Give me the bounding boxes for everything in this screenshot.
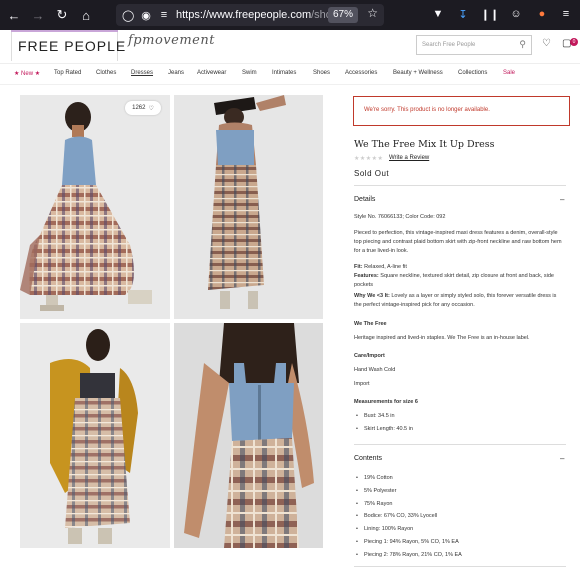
- free-people-logo[interactable]: FREE PEOPLE: [18, 38, 126, 54]
- collapse-contents-icon[interactable]: –: [560, 454, 564, 463]
- divider: [354, 185, 566, 186]
- search-placeholder: Search Free People: [422, 42, 476, 48]
- measurements-list: Bust: 34.5 in Skirt Length: 40.5 in: [354, 410, 413, 436]
- style-number: Style No. 76066133; Color Code: 092: [354, 214, 446, 220]
- heart-icon[interactable]: ♡: [148, 105, 153, 112]
- why-we-love-it-line: Why We <3 It: Lovely as a layer or simpl…: [354, 293, 557, 308]
- list-item: Lining: 100% Rayon: [354, 523, 462, 536]
- rating-stars[interactable]: ★★★★★: [354, 155, 383, 162]
- reload-icon[interactable]: ↻: [52, 5, 72, 25]
- search-icon[interactable]: ⚲: [519, 39, 526, 50]
- url-text[interactable]: https://www.freepeople.com/shop/m: [176, 9, 348, 21]
- extension-icon[interactable]: ●: [534, 6, 550, 22]
- account-icon[interactable]: ☺: [508, 6, 524, 22]
- nav-clothes[interactable]: Clothes: [96, 70, 116, 76]
- list-item: 75% Rayon: [354, 498, 462, 511]
- wishlist-heart-icon[interactable]: ♡: [542, 38, 551, 49]
- lock-icon[interactable]: ◉: [140, 9, 152, 22]
- permissions-icon[interactable]: ≡: [158, 9, 170, 21]
- divider: [354, 566, 566, 567]
- forward-icon[interactable]: →: [28, 5, 48, 25]
- zoom-level[interactable]: 67%: [327, 7, 358, 23]
- likes-count: 1262: [132, 105, 146, 111]
- sold-out-status: Sold Out: [354, 169, 390, 178]
- nav-accessories[interactable]: Accessories: [345, 70, 377, 76]
- product-image-3[interactable]: [20, 323, 170, 548]
- collapse-details-icon[interactable]: –: [560, 195, 564, 204]
- product-title: We The Free Mix It Up Dress: [354, 139, 495, 150]
- nav-swim[interactable]: Swim: [242, 70, 257, 76]
- logo-tab-accent: [11, 30, 118, 32]
- nav-new[interactable]: ★ New ★: [14, 70, 40, 77]
- bag-count-badge: 0: [570, 38, 578, 46]
- contents-heading[interactable]: Contents: [354, 455, 382, 462]
- nav-activewear[interactable]: Activewear: [197, 70, 226, 76]
- pocket-icon[interactable]: ▼: [430, 6, 446, 22]
- contents-list: 19% Cotton 5% Polyester 75% Rayon Bodice…: [354, 472, 462, 562]
- list-item: Bodice: 67% CO, 33% Lyocell: [354, 510, 462, 523]
- shield-icon[interactable]: ◯: [122, 9, 134, 22]
- nav-dresses[interactable]: Dresses: [131, 70, 153, 76]
- product-image-2[interactable]: [174, 95, 323, 319]
- nav-divider: [0, 84, 580, 85]
- back-icon[interactable]: ←: [4, 5, 24, 25]
- address-bar[interactable]: ◯ ◉ ≡ https://www.freepeople.com/shop/m …: [116, 4, 384, 26]
- measurements-heading: Measurements for size 6: [354, 399, 418, 405]
- list-item: Piecing 2: 78% Rayon, 21% CO, 1% EA: [354, 549, 462, 562]
- nav-jeans[interactable]: Jeans: [168, 70, 184, 76]
- fp-movement-logo[interactable]: fpmovement: [128, 33, 215, 48]
- divider: [354, 444, 566, 445]
- product-description: Pieced to perfection, this vintage-inspi…: [354, 230, 562, 254]
- nav-top-rated[interactable]: Top Rated: [54, 70, 81, 76]
- list-item: Skirt Length: 40.5 in: [354, 423, 413, 436]
- product-image-1[interactable]: [20, 95, 170, 319]
- nav-beauty-wellness[interactable]: Beauty + Wellness: [393, 70, 443, 76]
- home-icon[interactable]: ⌂: [76, 5, 96, 25]
- likes-badge[interactable]: 1262 ♡: [125, 101, 161, 115]
- nav-shoes[interactable]: Shoes: [313, 70, 330, 76]
- features-line: Features: Square neckline, textured skir…: [354, 273, 554, 288]
- list-item: 19% Cotton: [354, 472, 462, 485]
- product-image-4[interactable]: [174, 323, 323, 548]
- brand-text: Heritage inspired and lived-in staples. …: [354, 335, 530, 341]
- menu-icon[interactable]: ≡: [558, 6, 574, 22]
- import-text: Import: [354, 381, 370, 387]
- fit-line: Fit: Relaxed, A-line fit: [354, 264, 407, 270]
- care-text: Hand Wash Cold: [354, 367, 396, 373]
- nav-sale[interactable]: Sale: [503, 70, 515, 76]
- unavailable-alert: We're sorry. This product is no longer a…: [353, 96, 570, 126]
- brand-heading: We The Free: [354, 321, 387, 327]
- library-icon[interactable]: ❙❙: [481, 6, 499, 22]
- list-item: 5% Polyester: [354, 485, 462, 498]
- download-icon[interactable]: ↧: [455, 6, 471, 22]
- list-item: Bust: 34.5 in: [354, 410, 413, 423]
- bookmark-star-icon[interactable]: ☆: [367, 6, 378, 20]
- list-item: Piecing 1: 94% Rayon, 5% CO, 1% EA: [354, 536, 462, 549]
- nav-collections[interactable]: Collections: [458, 70, 487, 76]
- care-heading: Care/Import: [354, 353, 385, 359]
- details-heading[interactable]: Details: [354, 196, 375, 203]
- write-review-link[interactable]: Write a Review: [389, 155, 429, 161]
- nav-intimates[interactable]: Intimates: [272, 70, 296, 76]
- search-input[interactable]: Search Free People ⚲: [416, 35, 532, 55]
